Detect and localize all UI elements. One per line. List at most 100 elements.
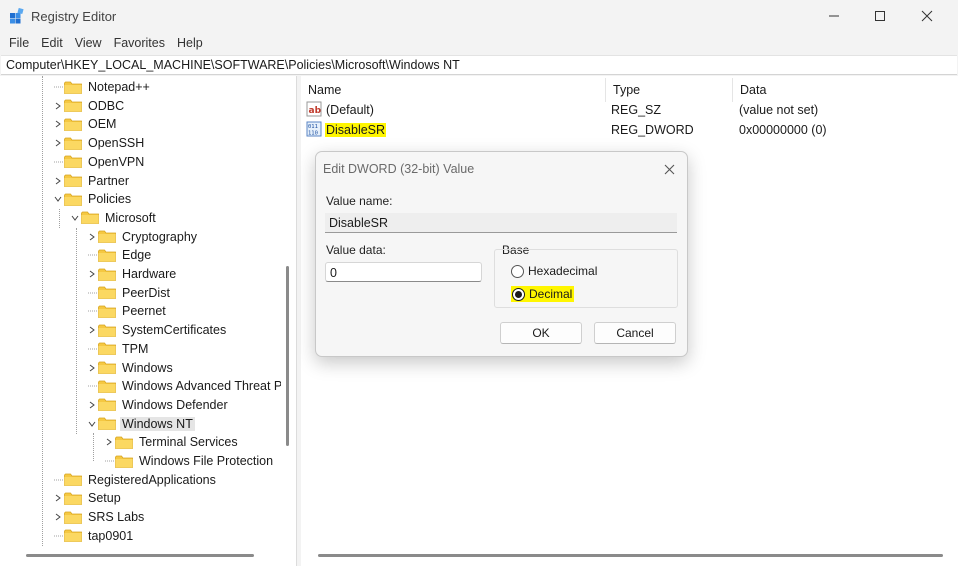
tree-item-setup[interactable]: Setup bbox=[52, 489, 123, 507]
folder-icon bbox=[64, 99, 82, 113]
tree-item-hardware[interactable]: Hardware bbox=[86, 265, 178, 283]
tree-item-terminal-services[interactable]: Terminal Services bbox=[103, 433, 240, 451]
tree-item-label: SystemCertificates bbox=[122, 323, 227, 338]
chevron-right-icon[interactable] bbox=[52, 508, 64, 526]
chevron-right-icon[interactable] bbox=[103, 433, 115, 451]
folder-icon bbox=[98, 230, 116, 243]
tree-item-registeredapplications[interactable]: RegisteredApplications bbox=[52, 471, 218, 489]
tree-item-peernet[interactable]: Peernet bbox=[86, 302, 168, 320]
tree-item-openssh[interactable]: OpenSSH bbox=[52, 134, 146, 152]
menu-favorites[interactable]: Favorites bbox=[108, 32, 171, 54]
value-type: REG_SZ bbox=[611, 103, 662, 117]
folder-icon bbox=[98, 268, 116, 281]
menu-edit[interactable]: Edit bbox=[35, 32, 69, 54]
chevron-right-icon[interactable] bbox=[86, 228, 98, 246]
menu-help[interactable]: Help bbox=[171, 32, 209, 54]
tree-item-label: Policies bbox=[88, 192, 132, 207]
chevron-down-icon[interactable] bbox=[86, 415, 98, 433]
chevron-right-icon[interactable] bbox=[52, 172, 64, 190]
cancel-button[interactable]: Cancel bbox=[594, 322, 676, 344]
value-name: (Default) bbox=[326, 103, 374, 117]
tree-item-label: tap0901 bbox=[88, 528, 134, 543]
tree-connector bbox=[86, 377, 98, 395]
maximize-button[interactable] bbox=[857, 0, 903, 32]
hexadecimal-label: Hexadecimal bbox=[528, 264, 598, 278]
tree-item-tpm[interactable]: TPM bbox=[86, 340, 150, 358]
list-horizontal-scroll-thumb[interactable] bbox=[318, 554, 943, 557]
tree-item-openvpn[interactable]: OpenVPN bbox=[52, 153, 146, 171]
chevron-right-icon[interactable] bbox=[86, 265, 98, 283]
tree-item-label: Windows bbox=[122, 360, 173, 375]
tree-item-label: ODBC bbox=[88, 98, 125, 113]
tree-item-policies[interactable]: Policies bbox=[52, 190, 133, 208]
tree-vertical-scroll-thumb[interactable] bbox=[286, 266, 289, 446]
decimal-radio[interactable]: Decimal bbox=[511, 286, 575, 302]
tree-connector bbox=[86, 246, 98, 264]
tree-item-srs-labs[interactable]: SRS Labs bbox=[52, 508, 146, 526]
tree-horizontal-scroll-thumb[interactable] bbox=[26, 554, 254, 557]
tree-horizontal-scrollbar[interactable] bbox=[0, 548, 296, 564]
tree-item-windows-defender[interactable]: Windows Defender bbox=[86, 396, 230, 414]
chevron-right-icon[interactable] bbox=[52, 97, 64, 115]
tree-guide-line bbox=[42, 76, 43, 546]
tree-item-windows-advanced-threat-p[interactable]: Windows Advanced Threat P bbox=[86, 377, 281, 395]
chevron-right-icon[interactable] bbox=[52, 489, 64, 507]
tree-item-label: Windows Defender bbox=[122, 397, 228, 412]
chevron-down-icon[interactable] bbox=[52, 190, 64, 208]
chevron-right-icon[interactable] bbox=[86, 321, 98, 339]
tree-vertical-scrollbar[interactable] bbox=[282, 76, 296, 546]
chevron-right-icon[interactable] bbox=[86, 359, 98, 377]
close-button[interactable] bbox=[904, 0, 950, 32]
tree-item-peerdist[interactable]: PeerDist bbox=[86, 284, 172, 302]
tree-item-tap0901[interactable]: tap0901 bbox=[52, 527, 135, 545]
menu-file[interactable]: File bbox=[3, 32, 35, 54]
hexadecimal-radio[interactable]: Hexadecimal bbox=[511, 264, 597, 278]
radio-button-selected[interactable] bbox=[512, 287, 525, 301]
folder-icon bbox=[115, 455, 133, 468]
tree-item-partner[interactable]: Partner bbox=[52, 172, 131, 190]
tree-item-odbc[interactable]: ODBC bbox=[52, 97, 126, 115]
column-header-data[interactable]: Data bbox=[733, 80, 958, 100]
value-row-disablesr[interactable]: 011 110 DisableSR REG_DWORD 0x00000000 (… bbox=[301, 120, 958, 140]
value-row-default[interactable]: ab (Default) REG_SZ (value not set) bbox=[301, 100, 958, 120]
folder-icon bbox=[64, 137, 82, 150]
edit-dword-dialog: Edit DWORD (32-bit) Value Value name: Di… bbox=[315, 151, 688, 357]
chevron-right-icon[interactable] bbox=[52, 115, 64, 133]
ok-button[interactable]: OK bbox=[500, 322, 582, 344]
minimize-button[interactable] bbox=[811, 0, 857, 32]
menu-view[interactable]: View bbox=[69, 32, 108, 54]
tree-item-edge[interactable]: Edge bbox=[86, 246, 153, 264]
tree-item-windows-nt[interactable]: Windows NT bbox=[86, 415, 195, 433]
value-data-label: Value data: bbox=[326, 243, 386, 257]
chevron-down-icon[interactable] bbox=[69, 209, 81, 227]
tree-item-label: Microsoft bbox=[105, 210, 156, 225]
address-bar[interactable]: Computer\HKEY_LOCAL_MACHINE\SOFTWARE\Pol… bbox=[1, 55, 957, 75]
column-header-type[interactable]: Type bbox=[606, 80, 733, 100]
chevron-right-icon[interactable] bbox=[52, 134, 64, 152]
tree-item-label: OEM bbox=[88, 117, 117, 132]
dialog-close-button[interactable] bbox=[659, 160, 679, 178]
tree-connector bbox=[52, 153, 64, 171]
list-horizontal-scrollbar[interactable] bbox=[301, 548, 958, 564]
menu-bar: File Edit View Favorites Help bbox=[0, 32, 958, 54]
tree-item-windows[interactable]: Windows bbox=[86, 359, 175, 377]
tree-item-systemcertificates[interactable]: SystemCertificates bbox=[86, 321, 228, 339]
tree-item-label: SRS Labs bbox=[88, 510, 145, 525]
value-data-input[interactable]: 0 bbox=[325, 262, 482, 282]
tree-item-notepad[interactable]: Notepad++ bbox=[52, 78, 152, 96]
chevron-right-icon[interactable] bbox=[86, 396, 98, 414]
tree-item-microsoft[interactable]: Microsoft bbox=[69, 209, 158, 227]
close-icon bbox=[664, 164, 674, 174]
radio-button[interactable] bbox=[511, 264, 524, 278]
tree-connector bbox=[86, 284, 98, 302]
decimal-label: Decimal bbox=[529, 287, 573, 301]
tree-item-windows-file-protection[interactable]: Windows File Protection bbox=[103, 452, 275, 470]
tree-item-oem[interactable]: OEM bbox=[52, 115, 118, 133]
tree-item-label: OpenVPN bbox=[88, 154, 145, 169]
tree-item-label: PeerDist bbox=[122, 285, 170, 300]
tree-connector bbox=[86, 302, 98, 320]
tree-guide-line bbox=[76, 228, 77, 434]
column-header-name[interactable]: Name bbox=[301, 80, 606, 100]
folder-icon bbox=[98, 361, 116, 374]
tree-item-cryptography[interactable]: Cryptography bbox=[86, 228, 199, 246]
